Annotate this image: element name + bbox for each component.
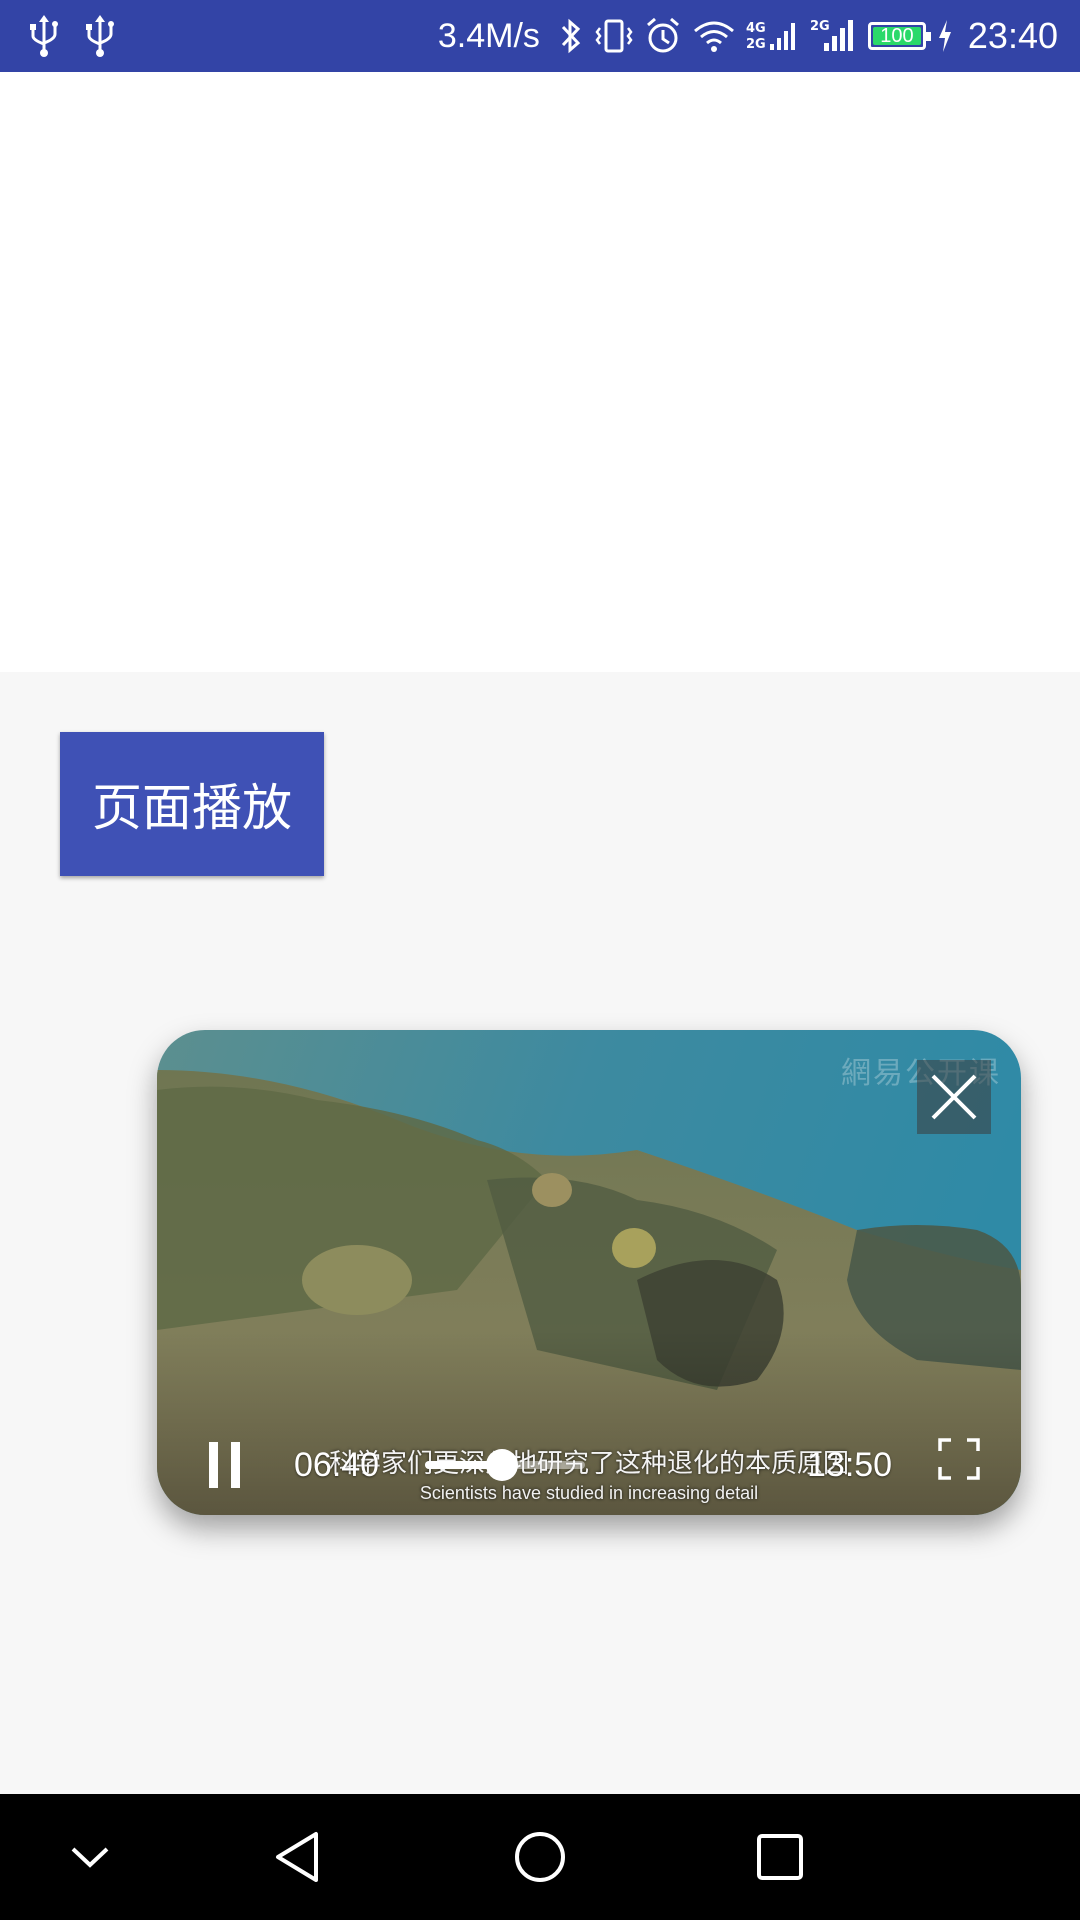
floating-video-player[interactable]: 網易公开课 科学家们更深入地研究了这种退化的本质原因 Scientists ha…	[157, 1030, 1021, 1515]
alarm-icon	[646, 17, 679, 53]
current-time: 06:40	[294, 1446, 380, 1484]
seek-bar[interactable]	[425, 1449, 585, 1481]
close-video-button[interactable]	[917, 1060, 991, 1134]
fullscreen-icon	[938, 1438, 980, 1480]
svg-text:2G: 2G	[746, 37, 766, 52]
svg-text:4G: 4G	[746, 21, 766, 36]
content-top-area	[0, 72, 1080, 672]
status-clock: 23:40	[967, 15, 1058, 56]
seek-thumb[interactable]	[485, 1449, 518, 1481]
vibrate-icon	[595, 19, 633, 53]
total-time: 13:50	[807, 1446, 893, 1484]
charging-icon	[938, 20, 951, 52]
signal-2g-icon: 2G	[810, 19, 853, 51]
battery-level: 100	[880, 25, 914, 47]
home-icon	[515, 1832, 565, 1882]
status-right-icons: 3.4M/s 4G 2G 2G 100 23:40	[438, 0, 1058, 72]
usb-icon	[30, 15, 58, 57]
navigation-bar	[0, 1794, 1080, 1920]
subtitle-chinese: 科学家们更深入地研究了这种退化的本质原因	[329, 1449, 850, 1479]
signal-4g-icon: 4G 2G	[746, 21, 795, 52]
svg-text:2G: 2G	[810, 19, 830, 34]
network-speed: 3.4M/s	[437, 16, 540, 55]
usb-icon	[86, 15, 114, 57]
battery-icon: 100	[867, 22, 931, 50]
status-left-icons	[24, 14, 120, 58]
collapse-nav-button[interactable]	[60, 1827, 120, 1887]
back-button[interactable]	[270, 1827, 330, 1887]
close-icon	[931, 1074, 977, 1120]
bluetooth-icon	[561, 18, 581, 54]
page-play-button[interactable]: 页面播放	[60, 732, 324, 876]
recent-apps-button[interactable]	[750, 1827, 810, 1887]
fullscreen-button[interactable]	[937, 1437, 981, 1481]
chevron-down-icon	[71, 1847, 109, 1868]
back-icon	[276, 1832, 318, 1882]
home-button[interactable]	[510, 1827, 570, 1887]
wifi-icon	[693, 21, 734, 52]
status-bar: 3.4M/s 4G 2G 2G 100 23:40	[0, 0, 1080, 72]
recent-apps-icon	[757, 1834, 803, 1880]
